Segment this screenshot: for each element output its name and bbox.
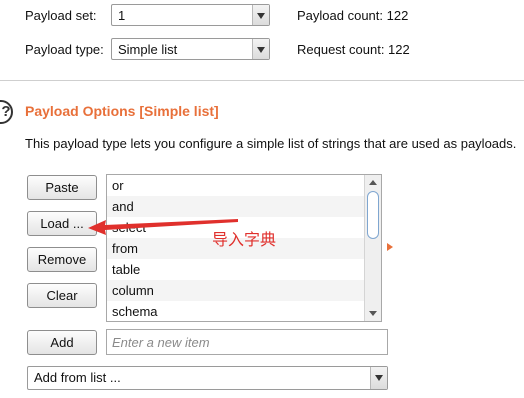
- scroll-down-icon[interactable]: [369, 311, 377, 316]
- section-title: Payload Options [Simple list]: [25, 103, 219, 119]
- list-item[interactable]: column: [107, 280, 381, 301]
- add-from-list-select[interactable]: Add from list ...: [27, 366, 388, 390]
- payload-set-label: Payload set:: [25, 8, 97, 23]
- load-button[interactable]: Load ...: [27, 211, 97, 236]
- section-description: This payload type lets you configure a s…: [25, 136, 517, 151]
- payload-type-label: Payload type:: [25, 42, 104, 57]
- payload-count: Payload count: 122: [297, 8, 409, 23]
- payload-type-value: Simple list: [118, 42, 178, 57]
- add-from-list-value: Add from list ...: [34, 370, 121, 385]
- payload-set-value: 1: [118, 8, 126, 23]
- list-scrollbar[interactable]: [364, 175, 381, 321]
- payload-set-select[interactable]: 1: [111, 4, 270, 26]
- help-icon[interactable]: ?: [0, 100, 13, 124]
- paste-button[interactable]: Paste: [27, 175, 97, 200]
- list-item[interactable]: schema: [107, 301, 381, 321]
- expand-arrow-icon[interactable]: [387, 243, 393, 251]
- payload-type-select[interactable]: Simple list: [111, 38, 270, 60]
- list-item[interactable]: or: [107, 175, 381, 196]
- scrollbar-thumb[interactable]: [367, 191, 379, 239]
- chevron-down-icon[interactable]: [252, 5, 269, 25]
- list-item[interactable]: table: [107, 259, 381, 280]
- add-button[interactable]: Add: [27, 330, 97, 355]
- scroll-up-icon[interactable]: [369, 180, 377, 185]
- section-divider: [0, 80, 524, 81]
- new-item-field[interactable]: [107, 330, 387, 354]
- clear-button[interactable]: Clear: [27, 283, 97, 308]
- remove-button[interactable]: Remove: [27, 247, 97, 272]
- new-item-input[interactable]: [106, 329, 388, 355]
- annotation-text: 导入字典: [212, 232, 277, 249]
- chevron-down-icon[interactable]: [370, 367, 387, 389]
- request-count: Request count: 122: [297, 42, 410, 57]
- chevron-down-icon[interactable]: [252, 39, 269, 59]
